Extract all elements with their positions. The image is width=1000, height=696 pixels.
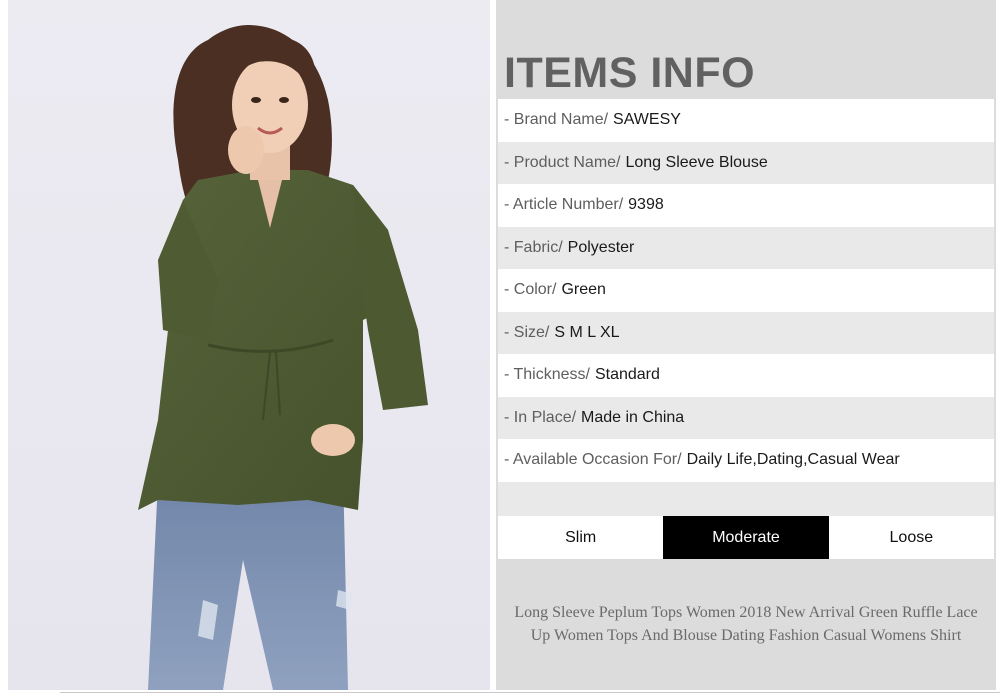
attribute-row-product-name: - Product Name/ Long Sleeve Blouse <box>498 141 994 184</box>
attribute-row-occasion: - Available Occasion For/ Daily Life,Dat… <box>498 439 994 482</box>
attribute-label: - Product Name/ <box>504 153 621 171</box>
bottom-divider <box>60 692 1000 693</box>
attribute-row-brand: - Brand Name/ SAWESY <box>498 99 994 142</box>
attribute-row-size: - Size/ S M L XL <box>498 311 994 354</box>
attribute-list: - Brand Name/ SAWESY - Product Name/ Lon… <box>498 99 994 524</box>
product-info-page: ITEMS INFO - Brand Name/ SAWESY - Produc… <box>0 0 1000 696</box>
caption-line-1: Long Sleeve Peplum Tops Women 2018 New A… <box>514 604 978 621</box>
attribute-label: - Thickness/ <box>504 366 590 384</box>
attribute-value: Daily Life,Dating,Casual Wear <box>686 451 900 469</box>
attribute-value: SAWESY <box>613 111 681 129</box>
attribute-label: - Color/ <box>504 281 557 299</box>
attribute-value: Polyester <box>567 238 635 256</box>
product-caption: Long Sleeve Peplum Tops Women 2018 New A… <box>496 601 996 647</box>
attribute-row-fabric: - Fabric/ Polyester <box>498 226 994 269</box>
attribute-row-thickness: - Thickness/ Standard <box>498 354 994 397</box>
fit-option-slim[interactable]: Slim <box>498 516 664 559</box>
attribute-label: - Fabric/ <box>504 238 563 256</box>
attribute-label: - Available Occasion For/ <box>504 451 682 469</box>
attribute-row-article-number: - Article Number/ 9398 <box>498 184 994 227</box>
attribute-label: - In Place/ <box>504 408 577 426</box>
attribute-value: S M L XL <box>554 323 620 341</box>
fit-option-moderate[interactable]: Moderate <box>663 516 829 559</box>
attribute-value: Green <box>561 281 606 299</box>
model-illustration <box>138 25 428 690</box>
attribute-value: 9398 <box>628 196 664 214</box>
items-info-panel: ITEMS INFO - Brand Name/ SAWESY - Produc… <box>496 0 996 690</box>
attribute-value: Long Sleeve Blouse <box>625 153 768 171</box>
attribute-label: - Article Number/ <box>504 196 624 214</box>
attribute-label: - Size/ <box>504 323 550 341</box>
attribute-row-color: - Color/ Green <box>498 269 994 312</box>
fit-selector: Slim Moderate Loose <box>498 516 994 559</box>
attribute-value: Standard <box>594 366 660 384</box>
caption-line-2: Up Women Tops And Blouse Dating Fashion … <box>530 627 962 644</box>
attribute-value: Made in China <box>581 408 685 426</box>
attribute-row-in-place: - In Place/ Made in China <box>498 396 994 439</box>
items-info-heading: ITEMS INFO <box>504 49 756 97</box>
attribute-label: - Brand Name/ <box>504 111 609 129</box>
product-photo <box>8 0 490 690</box>
fit-option-loose[interactable]: Loose <box>828 516 994 559</box>
